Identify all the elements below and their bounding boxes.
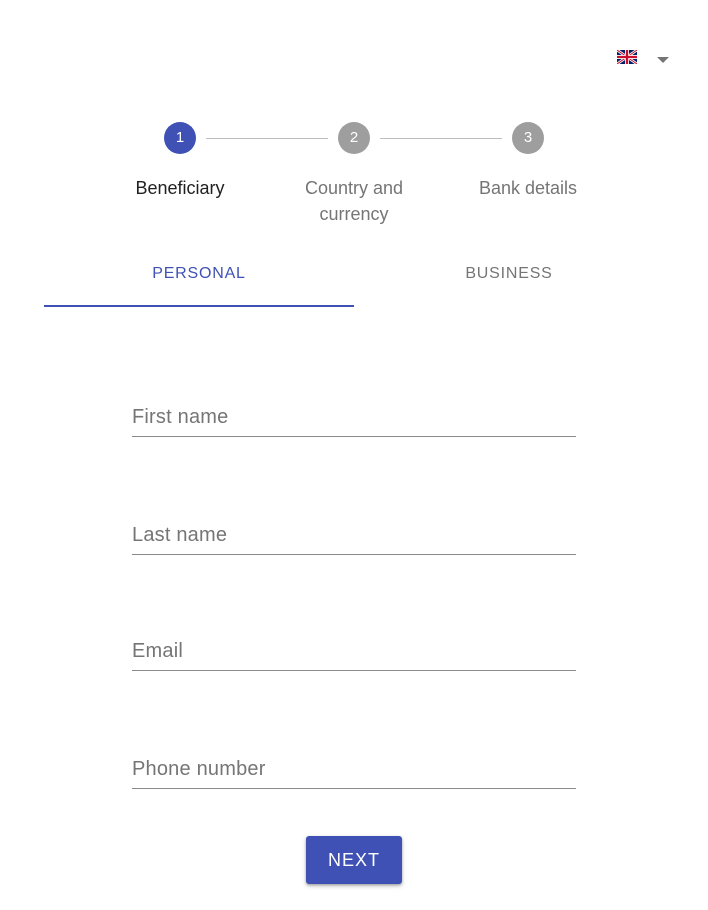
step-2-indicator[interactable]: 2 <box>338 122 370 154</box>
last-name-field: Last name <box>132 514 576 555</box>
phone-number-field: Phone number <box>132 748 576 789</box>
step-1-indicator[interactable]: 1 <box>164 122 196 154</box>
tab-active-indicator <box>44 305 354 307</box>
last-name-input[interactable] <box>132 518 576 554</box>
first-name-field: First name <box>132 396 576 437</box>
first-name-input[interactable] <box>132 400 576 436</box>
stepper: 1 2 3 Beneficiary Country and currency B… <box>0 0 708 240</box>
email-field: Email <box>132 630 576 671</box>
next-button[interactable]: NEXT <box>306 836 402 884</box>
step-3-indicator[interactable]: 3 <box>512 122 544 154</box>
step-1-label[interactable]: Beneficiary <box>100 175 260 201</box>
beneficiary-type-tabs: PERSONAL BUSINESS <box>44 244 664 308</box>
step-connector <box>206 138 328 139</box>
step-2-label[interactable]: Country and currency <box>274 175 434 227</box>
tab-personal[interactable]: PERSONAL <box>44 244 354 306</box>
email-input[interactable] <box>132 634 576 670</box>
step-connector <box>380 138 502 139</box>
phone-number-input[interactable] <box>132 752 576 788</box>
tab-business[interactable]: BUSINESS <box>354 244 664 306</box>
step-3-label[interactable]: Bank details <box>448 175 608 201</box>
